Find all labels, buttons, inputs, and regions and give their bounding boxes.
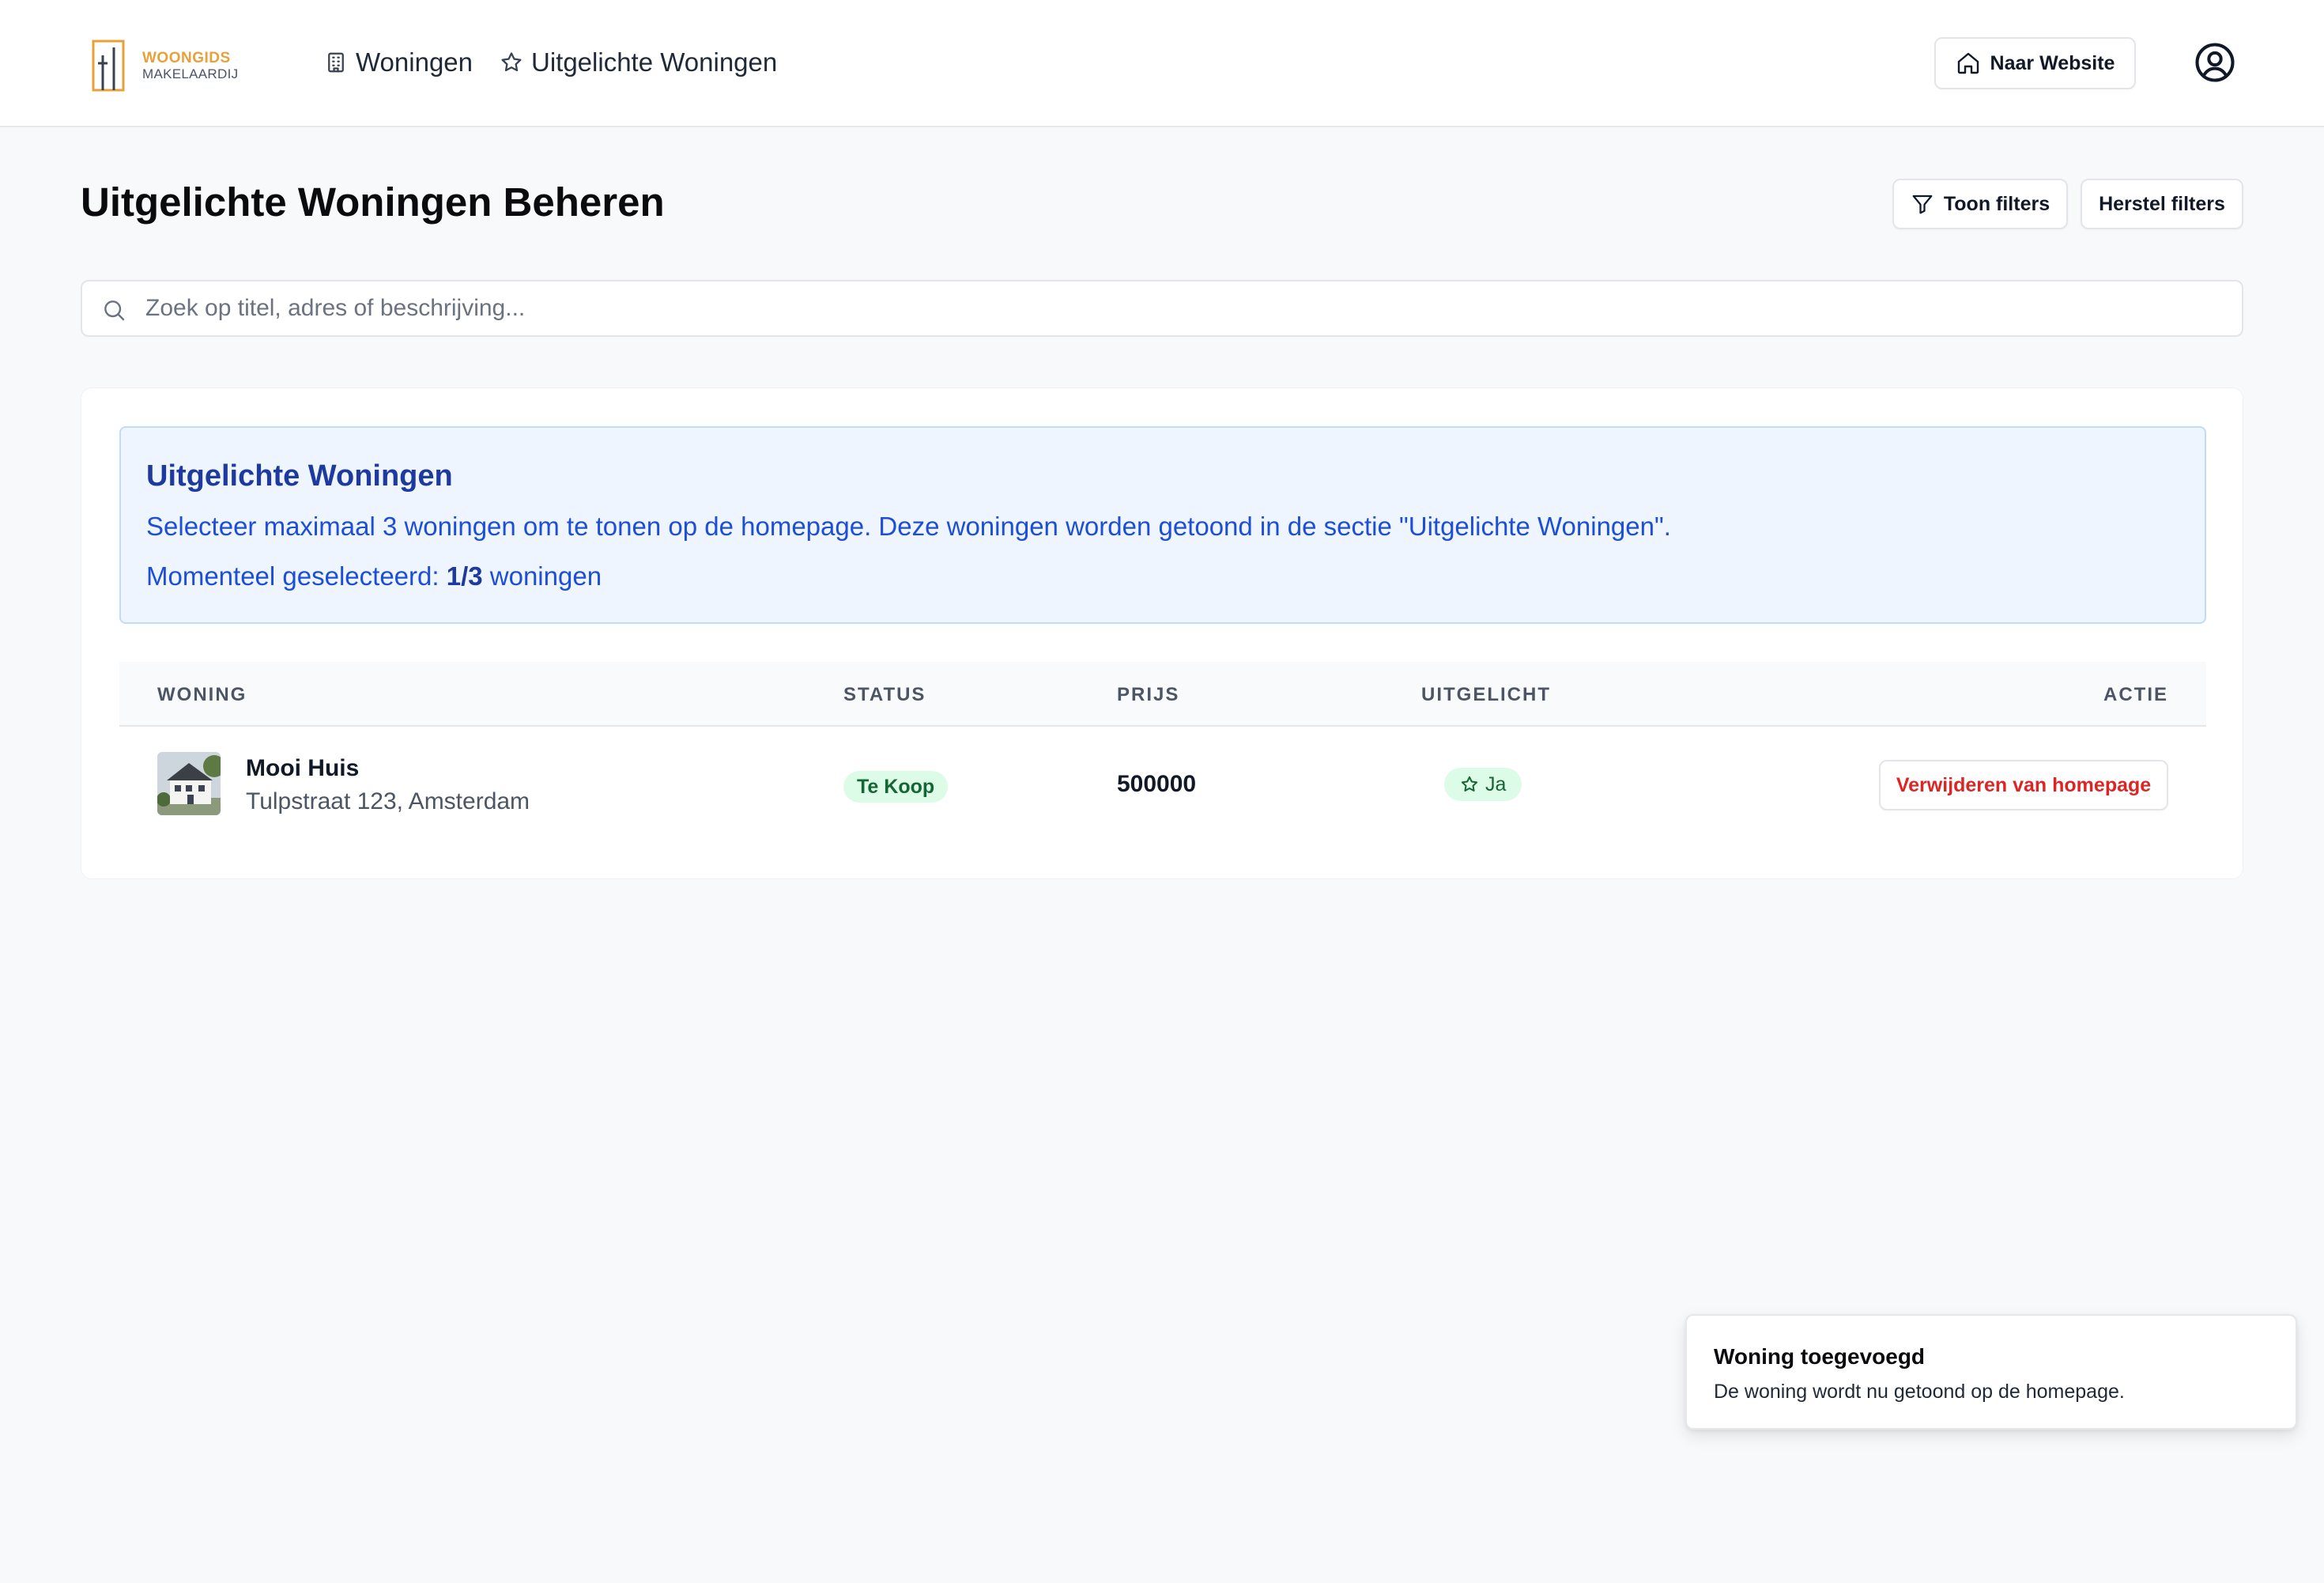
- nav-uitgelichte-label: Uitgelichte Woningen: [531, 47, 778, 77]
- brand-logo[interactable]: WOONGIDS MAKELAARDIJ: [92, 40, 250, 95]
- home-icon: [1957, 52, 1979, 74]
- column-header-prijs: PRIJS: [1117, 684, 1180, 705]
- property-title[interactable]: Mooi Huis: [246, 755, 359, 782]
- selection-count: Momenteel geselecteerd: 1/3 woningen: [146, 561, 602, 591]
- table-header: WONING STATUS PRIJS UITGELICHT ACTIE: [119, 662, 2206, 727]
- naar-website-button[interactable]: Naar Website: [1934, 37, 2136, 89]
- property-address: Tulpstraat 123, Amsterdam: [246, 788, 530, 814]
- filter-icon: [1912, 195, 1933, 214]
- selection-count-prefix: Momenteel geselecteerd:: [146, 561, 440, 591]
- toon-filters-button[interactable]: Toon filters: [1892, 179, 2068, 229]
- toast-title: Woning toegevoegd: [1714, 1344, 1926, 1369]
- search-input[interactable]: [145, 281, 2224, 335]
- column-header-actie: ACTIE: [2103, 684, 2168, 705]
- table-row: Mooi Huis Tulpstraat 123, Amsterdam Te K…: [119, 728, 2206, 847]
- info-panel: Uitgelichte Woningen Selecteer maximaal …: [119, 426, 2206, 624]
- search-bar: [81, 280, 2243, 337]
- column-header-woning: WONING: [157, 684, 247, 705]
- house-photo-image: [157, 752, 221, 815]
- search-icon: [104, 300, 125, 321]
- herstel-filters-button[interactable]: Herstel filters: [2081, 179, 2243, 229]
- featured-badge: Ja: [1444, 768, 1522, 801]
- logo-sub-text: MAKELAARDIJ: [142, 66, 239, 81]
- property-price: 500000: [1117, 771, 1197, 797]
- top-navbar: WOONGIDS MAKELAARDIJ Woningen Uitgelicht…: [0, 0, 2324, 127]
- logo-brand-text: WOONGIDS: [142, 50, 231, 66]
- selection-count-suffix: woningen: [489, 561, 602, 591]
- toon-filters-label: Toon filters: [1943, 192, 2050, 215]
- nav-woningen-label: Woningen: [356, 47, 473, 77]
- building-icon: [328, 52, 344, 73]
- property-thumbnail: [157, 752, 221, 815]
- star-icon: [501, 52, 522, 72]
- nav-woningen[interactable]: Woningen: [324, 43, 473, 82]
- info-title: Uitgelichte Woningen: [146, 459, 453, 493]
- user-circle-icon[interactable]: [2194, 41, 2236, 84]
- page-title: Uitgelichte Woningen Beheren: [81, 179, 665, 225]
- info-text: Selecteer maximaal 3 woningen om te tone…: [146, 512, 1671, 541]
- featured-label: Ja: [1485, 773, 1507, 795]
- selection-count-value: 1/3: [446, 561, 483, 591]
- logo-mark-icon: [92, 40, 125, 92]
- column-header-status: STATUS: [843, 684, 926, 705]
- naar-website-label: Naar Website: [1990, 51, 2115, 74]
- toast-notification[interactable]: Woning toegevoegd De woning wordt nu get…: [1685, 1314, 2297, 1430]
- nav-uitgelichte-woningen[interactable]: Uitgelichte Woningen: [500, 43, 777, 82]
- remove-from-homepage-button[interactable]: Verwijderen van homepage: [1879, 760, 2168, 810]
- star-icon: [1461, 776, 1478, 792]
- column-header-uitgelicht: UITGELICHT: [1421, 684, 1551, 705]
- featured-properties-card: Uitgelichte Woningen Selecteer maximaal …: [81, 387, 2243, 879]
- toast-description: De woning wordt nu getoond op de homepag…: [1714, 1381, 2125, 1403]
- status-badge: Te Koop: [843, 771, 949, 803]
